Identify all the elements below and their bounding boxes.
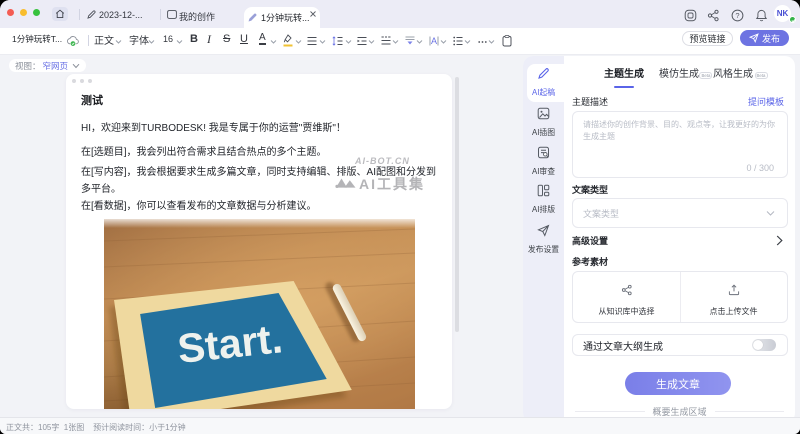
svg-text:A: A xyxy=(431,36,437,46)
svg-text:?: ? xyxy=(735,11,739,20)
